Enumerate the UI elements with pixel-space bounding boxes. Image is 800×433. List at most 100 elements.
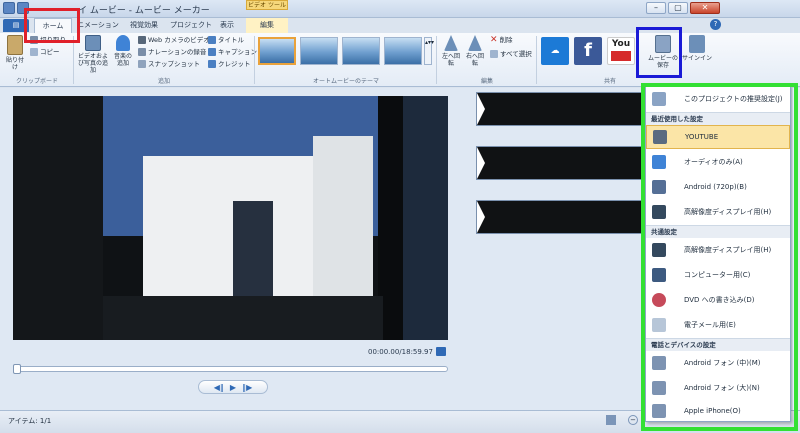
theme-thumbnail[interactable]	[342, 37, 380, 65]
seek-bar[interactable]	[13, 366, 448, 372]
remove-button[interactable]: ✕ 削除	[490, 35, 513, 45]
tab-visual-effects[interactable]: 視覚効果	[124, 18, 164, 33]
caption-icon	[208, 48, 216, 56]
title-button[interactable]: タイトル	[208, 35, 244, 45]
menu-item-iphone[interactable]: Apple iPhone(O)	[646, 401, 790, 421]
youtube-icon: You	[611, 39, 631, 49]
tab-view[interactable]: 表示	[216, 18, 238, 33]
playback-time: 00:00.00/18:59.97	[368, 348, 433, 356]
close-button[interactable]: ✕	[690, 2, 720, 14]
save-icon[interactable]	[17, 2, 29, 14]
tab-project[interactable]: プロジェクト	[168, 18, 214, 33]
menu-header-devices: 電話とデバイスの設定	[646, 338, 790, 351]
theme-thumbnail[interactable]	[384, 37, 422, 65]
app-menu-icon[interactable]	[3, 2, 15, 14]
copy-label: コピー	[40, 48, 60, 56]
video-preview[interactable]	[13, 96, 448, 340]
menu-item-youtube[interactable]: YOUTUBE	[646, 125, 790, 149]
theme-thumbnail[interactable]	[300, 37, 338, 65]
thumbnail-size-icon[interactable]	[606, 415, 616, 425]
theme-thumbnail[interactable]	[258, 37, 296, 65]
remove-x-icon: ✕	[490, 35, 498, 45]
file-menu-button[interactable]: ▤	[3, 19, 29, 32]
dvd-icon	[652, 293, 666, 307]
save-movie-label: ムービーの保存	[648, 55, 679, 69]
menu-item-label: YOUTUBE	[685, 133, 719, 141]
vertical-scrollbar[interactable]	[792, 88, 800, 410]
menu-item-label: 電子メール用(E)	[684, 321, 736, 329]
zoom-out-icon[interactable]: −	[628, 415, 638, 425]
rotate-right-button[interactable]: 右へ回転	[464, 35, 486, 67]
add-videos-photos-button[interactable]: ビデオおよび写真の追加	[76, 35, 110, 74]
camera-icon	[138, 60, 146, 68]
menu-item-android-medium[interactable]: Android フォン (中)(M)	[646, 351, 790, 375]
menu-header-common: 共通設定	[646, 225, 790, 238]
menu-item-audio-only[interactable]: オーディオのみ(A)	[646, 150, 790, 174]
record-narration-button[interactable]: ナレーションの録音	[138, 47, 206, 57]
theme-gallery-scroll[interactable]: ▴▾▾	[424, 37, 434, 65]
menu-item-label: 高解像度ディスプレイ用(H)	[684, 208, 772, 216]
music-note-icon	[652, 155, 666, 169]
next-frame-icon[interactable]: ‖▶	[242, 383, 252, 392]
tab-edit[interactable]: 編集	[246, 18, 288, 33]
clip-track[interactable]	[476, 92, 642, 126]
menu-item-android-large[interactable]: Android フォン (大)(N)	[646, 376, 790, 400]
clip-track[interactable]	[476, 200, 642, 234]
snapshot-button[interactable]: スナップショット	[138, 59, 200, 69]
menu-item-dvd[interactable]: DVD への書き込み(D)	[646, 288, 790, 312]
scissors-icon	[30, 36, 38, 44]
phone-icon	[652, 381, 666, 395]
rotate-left-button[interactable]: 左へ回転	[440, 35, 462, 67]
play-icon[interactable]: ▶	[230, 383, 236, 392]
paste-label: 貼り付け	[5, 57, 24, 71]
credits-icon	[208, 60, 216, 68]
caption-label: キャプション	[218, 48, 257, 56]
facebook-icon: f	[584, 40, 592, 61]
themes-group-label: オートムービーのテーマ	[312, 78, 379, 85]
email-icon	[652, 318, 666, 332]
seek-thumb[interactable]	[13, 364, 21, 374]
film-save-icon	[652, 92, 666, 106]
add-music-label: 音楽の追加	[113, 53, 132, 67]
menu-header-recent: 最近使用した設定	[646, 112, 790, 125]
window-title: イ ムービー - ムービー メーカー	[78, 6, 210, 16]
fullscreen-icon[interactable]	[436, 347, 446, 356]
add-music-button[interactable]: 音楽の追加	[112, 35, 134, 67]
menu-item-computer[interactable]: コンピューター用(C)	[646, 263, 790, 287]
add-videos-label: ビデオおよび写真の追加	[77, 53, 108, 74]
menu-item-hd-display[interactable]: 高解像度ディスプレイ用(H)	[646, 238, 790, 262]
cut-button[interactable]: 切り取り	[30, 35, 66, 45]
film-photo-icon	[85, 35, 101, 51]
caption-button[interactable]: キャプション	[208, 47, 257, 57]
minimize-button[interactable]: –	[646, 2, 666, 14]
ribbon-tab-row: ▤ ホーム ニメーション 視覚効果 プロジェクト 表示 編集 ?	[0, 18, 800, 33]
user-icon	[689, 35, 705, 53]
facebook-share-button[interactable]: f	[574, 37, 602, 65]
quick-access-toolbar	[3, 2, 33, 15]
clip-track[interactable]	[476, 146, 642, 180]
menu-item-label: コンピューター用(C)	[684, 271, 751, 279]
menu-item-label: Apple iPhone(O)	[684, 407, 741, 415]
menu-item-email[interactable]: 電子メール用(E)	[646, 313, 790, 337]
menu-item-recommended[interactable]: このプロジェクトの推奨設定(J)	[646, 87, 790, 111]
menu-item-android-720p[interactable]: Android (720p)(B)	[646, 175, 790, 199]
help-icon[interactable]: ?	[710, 19, 721, 30]
window-controls: – ▢ ✕	[646, 2, 720, 14]
paste-button[interactable]: 貼り付け	[4, 35, 26, 71]
film-save-icon	[655, 35, 671, 53]
youtube-icon	[653, 130, 667, 144]
onedrive-share-button[interactable]: ☁	[541, 37, 569, 65]
save-movie-button[interactable]: ムービーの保存	[648, 35, 678, 69]
previous-frame-icon[interactable]: ◀‖	[214, 383, 224, 392]
tab-home[interactable]: ホーム	[34, 18, 72, 33]
maximize-button[interactable]: ▢	[668, 2, 688, 14]
youtube-share-button[interactable]: You	[607, 37, 635, 65]
rotate-right-label: 右へ回転	[465, 53, 484, 67]
menu-item-hd-display[interactable]: 高解像度ディスプレイ用(H)	[646, 200, 790, 224]
sign-in-button[interactable]: サインイン	[682, 35, 712, 62]
webcam-video-button[interactable]: Web カメラのビデオ	[138, 35, 210, 45]
tab-animations[interactable]: ニメーション	[76, 18, 120, 33]
copy-button[interactable]: コピー	[30, 47, 60, 57]
credits-button[interactable]: クレジット	[208, 59, 251, 69]
select-all-button[interactable]: すべて選択	[490, 49, 532, 59]
